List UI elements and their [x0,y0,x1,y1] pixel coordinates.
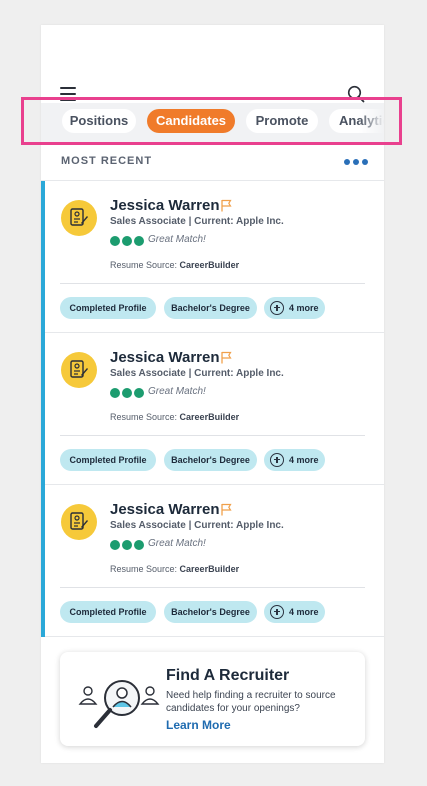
tag-completed-profile[interactable]: Completed Profile [60,601,156,623]
flag-icon[interactable] [221,503,232,516]
card-accent-bar [41,333,45,485]
tag-bachelors-degree[interactable]: Bachelor's Degree [164,601,257,623]
resume-source: Resume Source: CareerBuilder [110,564,240,574]
candidate-role: Sales Associate | Current: Apple Inc. [110,216,284,227]
menu-icon[interactable] [60,87,76,101]
tag-completed-profile[interactable]: Completed Profile [60,449,156,471]
resume-source: Resume Source: CareerBuilder [110,260,240,270]
card-divider [60,435,365,436]
candidate-role: Sales Associate | Current: Apple Inc. [110,368,284,379]
tab-candidates[interactable]: Candidates [147,109,235,133]
match-text: Great Match! [148,538,206,549]
candidate-role: Sales Associate | Current: Apple Inc. [110,520,284,531]
card-accent-bar [41,181,45,333]
app-screen: Positions Candidates Promote Analytics M… [41,25,384,763]
tab-positions[interactable]: Positions [62,109,136,133]
search-icon[interactable] [347,85,365,103]
tag-bachelors-degree[interactable]: Bachelor's Degree [164,297,257,319]
card-divider [60,283,365,284]
plus-circle-icon [270,605,284,619]
tab-analytics[interactable]: Analytics [329,109,384,133]
resume-source: Resume Source: CareerBuilder [110,412,240,422]
more-tags-button[interactable]: 4 more [264,449,325,471]
promo-title: Find A Recruiter [166,667,290,684]
flag-icon[interactable] [221,351,232,364]
card-divider [60,587,365,588]
more-dots-icon[interactable] [344,155,368,167]
candidate-name: Jessica Warren [110,349,220,366]
tab-promote[interactable]: Promote [246,109,318,133]
resume-icon [61,504,97,540]
resume-source-value: CareerBuilder [179,260,240,270]
resume-source-value: CareerBuilder [179,412,240,422]
promo-text: Need help finding a recruiter to source … [166,690,336,714]
recruiter-search-illustration [78,680,160,728]
section-title: MOST RECENT [61,155,153,167]
card-accent-bar [41,485,45,637]
find-recruiter-card[interactable]: Find A Recruiter Need help finding a rec… [60,652,365,746]
match-text: Great Match! [148,386,206,397]
candidate-card[interactable]: Jessica Warren Sales Associate | Current… [41,333,384,485]
candidate-name: Jessica Warren [110,197,220,214]
tag-completed-profile[interactable]: Completed Profile [60,297,156,319]
match-text: Great Match! [148,234,206,245]
resume-icon [61,200,97,236]
more-tags-button[interactable]: 4 more [264,297,325,319]
candidate-name: Jessica Warren [110,501,220,518]
candidate-card[interactable]: Jessica Warren Sales Associate | Current… [41,181,384,333]
resume-icon [61,352,97,388]
plus-circle-icon [270,301,284,315]
tag-bachelors-degree[interactable]: Bachelor's Degree [164,449,257,471]
more-tags-button[interactable]: 4 more [264,601,325,623]
plus-circle-icon [270,453,284,467]
resume-source-value: CareerBuilder [179,564,240,574]
tab-bar: Positions Candidates Promote Analytics [41,103,384,145]
flag-icon[interactable] [221,199,232,212]
learn-more-link[interactable]: Learn More [166,718,231,732]
candidate-card[interactable]: Jessica Warren Sales Associate | Current… [41,485,384,637]
